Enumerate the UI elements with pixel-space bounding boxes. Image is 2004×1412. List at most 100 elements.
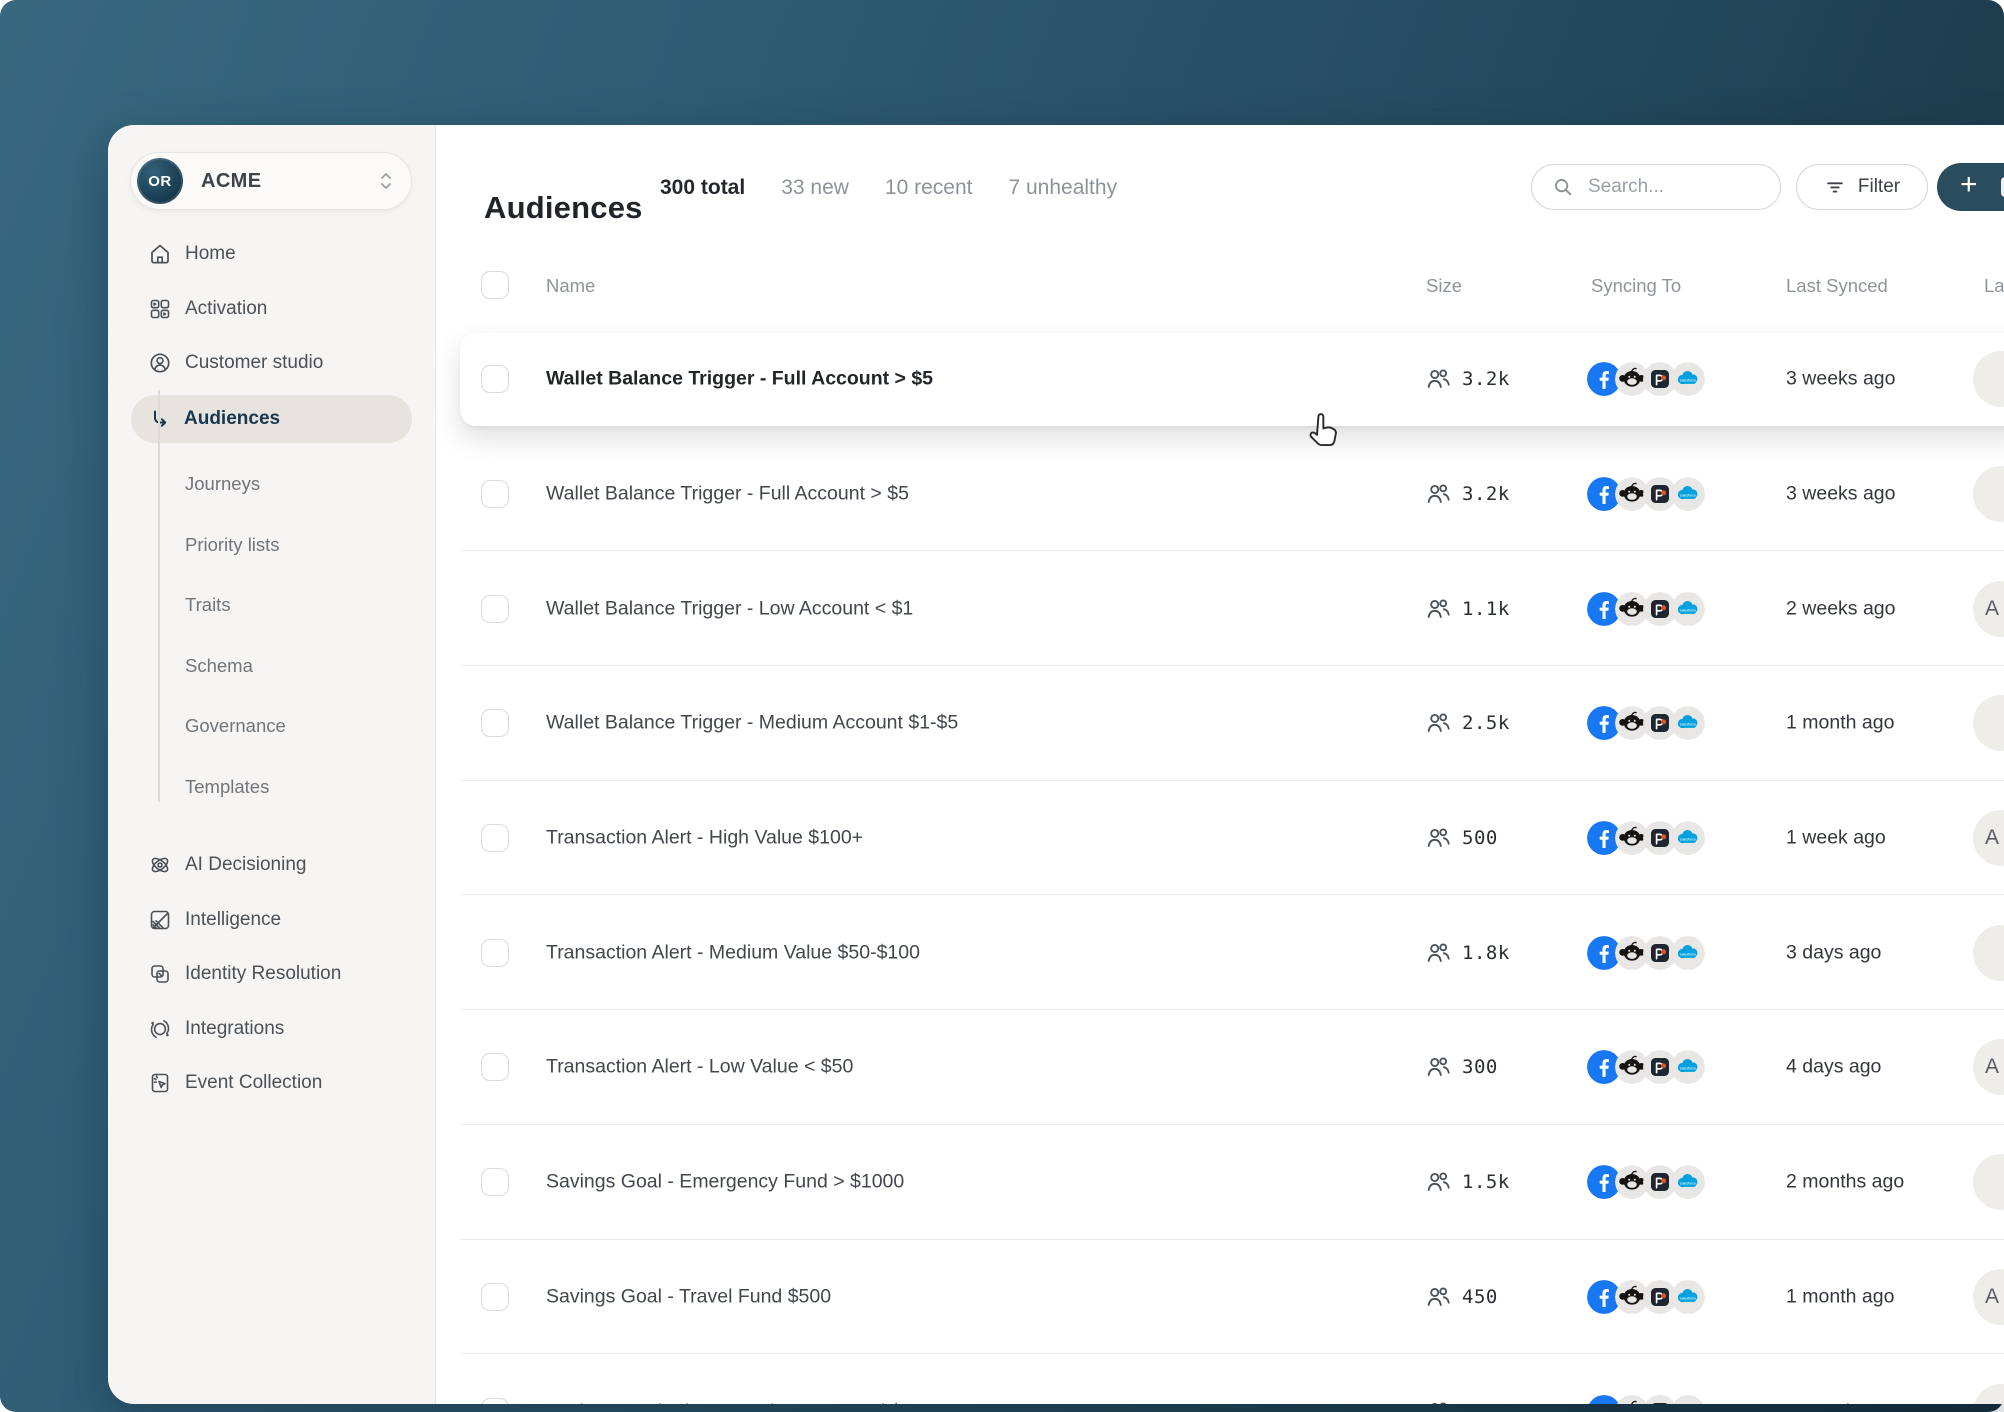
- filter-label: Filter: [1857, 176, 1901, 197]
- sidebar-sub-item[interactable]: Priority lists: [108, 515, 435, 576]
- row-checkbox[interactable]: [481, 824, 509, 853]
- sidebar-item-audiences-active[interactable]: Audiences: [131, 395, 412, 443]
- nav-item-label: Activation: [185, 297, 268, 319]
- column-header-size: Size: [1426, 275, 1462, 296]
- nav-item-icon: [148, 853, 172, 877]
- svg-text:salesforce: salesforce: [1680, 1182, 1696, 1186]
- sidebar-nav-item[interactable]: Customer studio: [108, 336, 435, 391]
- audience-table-row[interactable]: Wallet Balance Trigger - Full Account > …: [436, 437, 2004, 552]
- audience-stat-chip[interactable]: 300 total: [660, 176, 745, 200]
- sidebar-sub-item[interactable]: Traits: [108, 575, 435, 636]
- audience-size-icon: [1425, 1054, 1451, 1080]
- svg-text:salesforce: salesforce: [1680, 723, 1696, 727]
- audience-name: Savings Goal Trigger - Rainy Day Fund $1…: [546, 1400, 945, 1404]
- filter-icon: [1824, 176, 1846, 198]
- org-switcher[interactable]: OR ACME: [130, 152, 412, 210]
- facebook-icon: [1587, 1394, 1621, 1404]
- syncing-destinations: salesforce: [1587, 821, 1705, 856]
- row-checkbox[interactable]: [481, 365, 509, 394]
- last-synced-value: 1 month ago: [1786, 1400, 1894, 1404]
- last-synced-value: 3 weeks ago: [1786, 367, 1896, 390]
- syncing-destinations: salesforce: [1587, 591, 1705, 626]
- audience-stat-chip[interactable]: 33 new: [781, 176, 849, 200]
- avatar: A: [1973, 580, 2004, 637]
- last-synced-value: 1 month ago: [1786, 1285, 1895, 1308]
- audience-name: Wallet Balance Trigger - Low Account < $…: [546, 597, 914, 620]
- row-checkbox[interactable]: [481, 594, 509, 623]
- sidebar-nav-top: Home Activation Customer studio: [108, 227, 435, 391]
- audience-table-row[interactable]: Transaction Alert - High Value $100+ 500…: [436, 781, 2004, 896]
- nav-item-label: Home: [185, 243, 236, 265]
- search-input[interactable]: [1586, 175, 1760, 199]
- audience-table-row[interactable]: Savings Goal - Travel Fund $500 450 sale…: [436, 1240, 2004, 1355]
- last-synced-value: 3 weeks ago: [1786, 482, 1896, 505]
- sidebar-nav-item[interactable]: Event Collection: [108, 1056, 435, 1111]
- audience-table-row[interactable]: Savings Goal Trigger - Rainy Day Fund $1…: [436, 1354, 2004, 1404]
- audience-table-row[interactable]: Transaction Alert - Low Value < $50 300 …: [436, 1010, 2004, 1125]
- sidebar-nav-item[interactable]: AI Decisioning: [108, 838, 435, 893]
- audience-size-value: 3.2k: [1462, 483, 1510, 506]
- sidebar-sub-item[interactable]: Governance: [108, 696, 435, 757]
- avatar: [1973, 1383, 2004, 1404]
- row-checkbox[interactable]: [481, 1282, 509, 1311]
- row-checkbox[interactable]: [481, 480, 509, 509]
- sidebar-nav-bottom: AI Decisioning Intelligence Identity Res…: [108, 838, 435, 1111]
- sidebar-sub-item[interactable]: Schema: [108, 636, 435, 697]
- row-checkbox[interactable]: [481, 709, 509, 738]
- syncing-destinations: salesforce: [1587, 1165, 1705, 1200]
- audience-name: Transaction Alert - Low Value < $50: [546, 1055, 854, 1078]
- syncing-destinations: salesforce: [1587, 1050, 1705, 1085]
- sidebar-sub-item[interactable]: Templates: [108, 757, 435, 818]
- audience-size-icon: [1425, 481, 1451, 507]
- row-checkbox[interactable]: [481, 1168, 509, 1197]
- salesforce-icon: salesforce: [1671, 1050, 1705, 1085]
- row-checkbox[interactable]: [481, 938, 509, 967]
- audience-table-row[interactable]: Transaction Alert - Medium Value $50-$10…: [436, 895, 2004, 1010]
- sidebar-nav-item[interactable]: Integrations: [108, 1002, 435, 1057]
- avatar: [1973, 695, 2004, 752]
- audience-size-icon: [1425, 596, 1451, 622]
- sidebar-nav-item[interactable]: Identity Resolution: [108, 947, 435, 1002]
- create-audience-button[interactable]: +: [1937, 163, 2004, 211]
- audience-size-value: 1.5k: [1462, 1171, 1510, 1194]
- main-content: Audiences 300 total 33 new 10 recent 7 u…: [436, 125, 2004, 1404]
- column-header-clipped: La: [1984, 275, 2004, 296]
- svg-text:salesforce: salesforce: [1680, 608, 1696, 612]
- sidebar-nav-item[interactable]: Intelligence: [108, 893, 435, 948]
- row-checkbox[interactable]: [481, 1397, 509, 1404]
- salesforce-icon: salesforce: [1671, 477, 1705, 512]
- audience-table-row[interactable]: Wallet Balance Trigger - Low Account < $…: [436, 551, 2004, 666]
- avatar: [1973, 924, 2004, 981]
- sidebar-nav-item[interactable]: Home: [108, 227, 435, 282]
- svg-text:salesforce: salesforce: [1680, 379, 1696, 383]
- p-logo-icon: [1643, 1394, 1677, 1404]
- sidebar-nav-item[interactable]: Activation: [108, 282, 435, 337]
- nested-arrow-icon: [148, 407, 172, 431]
- audience-table-body: Wallet Balance Trigger - Full Account > …: [436, 322, 2004, 1404]
- last-synced-value: 2 months ago: [1786, 1170, 1905, 1193]
- audience-table-row[interactable]: Wallet Balance Trigger - Full Account > …: [436, 322, 2004, 437]
- select-all-checkbox[interactable]: [481, 271, 509, 299]
- audience-table-row[interactable]: Wallet Balance Trigger - Medium Account …: [436, 666, 2004, 781]
- audience-size-icon: [1425, 1399, 1451, 1404]
- page-title: Audiences: [484, 189, 643, 225]
- plus-icon: +: [1960, 168, 1978, 201]
- audience-name: Wallet Balance Trigger - Medium Account …: [546, 711, 959, 734]
- sidebar-sub-item[interactable]: Journeys: [108, 454, 435, 515]
- syncing-destinations: salesforce: [1587, 1394, 1705, 1404]
- chevron-updown-icon: [377, 170, 395, 192]
- avatar: A: [1973, 1039, 2004, 1096]
- column-header-last-synced: Last Synced: [1786, 275, 1888, 296]
- audience-name: Wallet Balance Trigger - Full Account > …: [546, 482, 909, 505]
- filter-button[interactable]: Filter: [1796, 164, 1928, 210]
- row-checkbox[interactable]: [481, 1053, 509, 1082]
- audience-name: Savings Goal - Travel Fund $500: [546, 1285, 832, 1308]
- nav-item-icon: [148, 1071, 172, 1095]
- audience-size-value: 500: [1462, 827, 1498, 850]
- audience-table-row[interactable]: Savings Goal - Emergency Fund > $1000 1.…: [436, 1125, 2004, 1240]
- audience-stat-chip[interactable]: 10 recent: [885, 176, 973, 200]
- audience-stat-chip[interactable]: 7 unhealthy: [1008, 176, 1117, 200]
- svg-text:salesforce: salesforce: [1680, 838, 1696, 842]
- audience-stats: 300 total 33 new 10 recent 7 unhealthy: [660, 176, 1117, 200]
- salesforce-icon: salesforce: [1671, 1165, 1705, 1200]
